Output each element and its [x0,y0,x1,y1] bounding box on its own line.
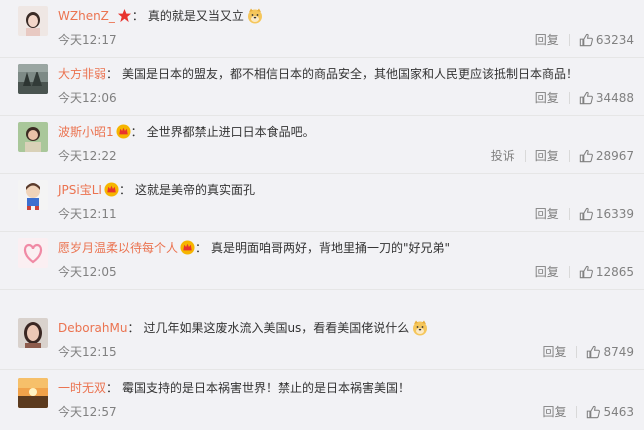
comment-item: 波斯小昭1：全世界都禁止进口日本食品吧。 今天12:22 投诉 回复 28967 [0,116,644,174]
username[interactable]: 大方非弱 [58,67,106,81]
comment-item: WZhenZ_：真的就是又当又立 今天12:17 回复 63234 [0,0,644,58]
avatar[interactable] [18,64,48,94]
thumbs-up-icon [579,33,593,47]
like-button[interactable]: 34488 [579,90,634,106]
comment-text: 这就是美帝的真实面孔 [134,183,255,197]
avatar[interactable] [18,6,48,36]
like-button[interactable]: 5463 [586,404,634,420]
reply-button[interactable]: 回复 [535,90,559,106]
like-button[interactable]: 12865 [579,264,634,280]
like-count: 34488 [595,91,634,105]
timestamp: 今天12:17 [58,33,117,47]
comment-item: 大方非弱： 美国是日本的盟友，都不相信日本的商品安全，其他国家和人民更应该抵制日本… [0,58,644,116]
like-button[interactable]: 28967 [579,148,634,164]
crown-badge-icon [104,182,119,197]
reply-button[interactable]: 回复 [542,404,566,420]
avatar[interactable] [18,238,48,268]
like-count: 12865 [595,265,634,279]
reply-button[interactable]: 回复 [535,148,559,164]
reply-button[interactable]: 回复 [535,264,559,280]
comment-item: JPSi宝LI：这就是美帝的真实面孔 今天12:11 回复 16339 [0,174,644,232]
timestamp: 今天12:05 [58,265,117,279]
thumbs-up-icon [579,207,593,221]
divider [568,34,570,46]
comment-item: DeborahMu： 过几年如果这废水流入美国us，看看美国佬说什么 今天12:1… [0,312,644,370]
crown-badge-icon [116,124,131,139]
username[interactable]: 愿岁月温柔以待每个人 [58,241,178,255]
reply-button[interactable]: 回复 [535,32,559,48]
divider [576,346,578,358]
red-star-badge-icon [117,8,132,23]
avatar-image [18,378,48,408]
comment-text: 美国是日本的盟友，都不相信日本的商品安全，其他国家和人民更应该抵制日本商品！ [122,67,579,81]
like-button[interactable]: 16339 [579,206,634,222]
divider [568,208,570,220]
comment-item: 一时无双： 霉国支持的是日本祸害世界！禁止的是日本祸害美国！ 今天12:57 回复… [0,372,644,430]
avatar[interactable] [18,378,48,408]
thumbs-up-icon [579,149,593,163]
divider [568,150,570,162]
like-count: 5463 [603,405,634,419]
avatar-image [18,6,48,36]
username[interactable]: JPSi宝LI [58,183,102,197]
report-button[interactable]: 投诉 [491,148,515,164]
like-count: 8749 [603,345,634,359]
comment-item: 愿岁月温柔以待每个人：真是明面咱哥两好，背地里捅一刀的"好兄弟" 今天12:05… [0,232,644,290]
like-count: 28967 [595,149,634,163]
timestamp: 今天12:06 [58,91,117,105]
username[interactable]: 波斯小昭1 [58,125,114,139]
divider [576,406,578,418]
avatar-image [18,64,48,94]
doge-emoji-icon [247,8,263,24]
comment-text: 真是明面咱哥两好，背地里捅一刀的"好兄弟" [211,241,451,255]
reply-button[interactable]: 回复 [535,206,559,222]
like-count: 16339 [595,207,634,221]
avatar[interactable] [18,318,48,348]
avatar[interactable] [18,180,48,210]
comment-text: 过几年如果这废水流入美国us，看看美国佬说什么 [143,321,410,335]
crown-badge-icon [180,240,195,255]
comment-list: WZhenZ_：真的就是又当又立 今天12:17 回复 63234 大方非弱：美… [0,0,644,430]
thumbs-up-icon [579,91,593,105]
timestamp: 今天12:15 [58,345,117,359]
comment-text: 霉国支持的是日本祸害世界！禁止的是日本祸害美国！ [122,381,411,395]
username[interactable]: DeborahMu [58,321,127,335]
avatar-image [18,238,48,268]
reply-button[interactable]: 回复 [542,344,566,360]
timestamp: 今天12:11 [58,207,117,221]
avatar-image [18,318,48,348]
divider [568,266,570,278]
comment-text: 真的就是又当又立 [147,9,244,23]
like-button[interactable]: 8749 [586,344,634,360]
comment-text: 全世界都禁止进口日本食品吧。 [146,125,315,139]
thumbs-up-icon [586,345,601,359]
doge-emoji-icon [412,320,428,336]
username[interactable]: WZhenZ_ [58,9,115,23]
username[interactable]: 一时无双 [58,381,106,395]
like-count: 63234 [595,33,634,47]
thumbs-up-icon [586,405,601,419]
timestamp: 今天12:57 [58,405,117,419]
avatar-image [18,122,48,152]
divider [524,150,526,162]
avatar-image [18,180,48,210]
divider [568,92,570,104]
timestamp: 今天12:22 [58,149,117,163]
like-button[interactable]: 63234 [579,32,634,48]
thumbs-up-icon [579,265,593,279]
avatar[interactable] [18,122,48,152]
